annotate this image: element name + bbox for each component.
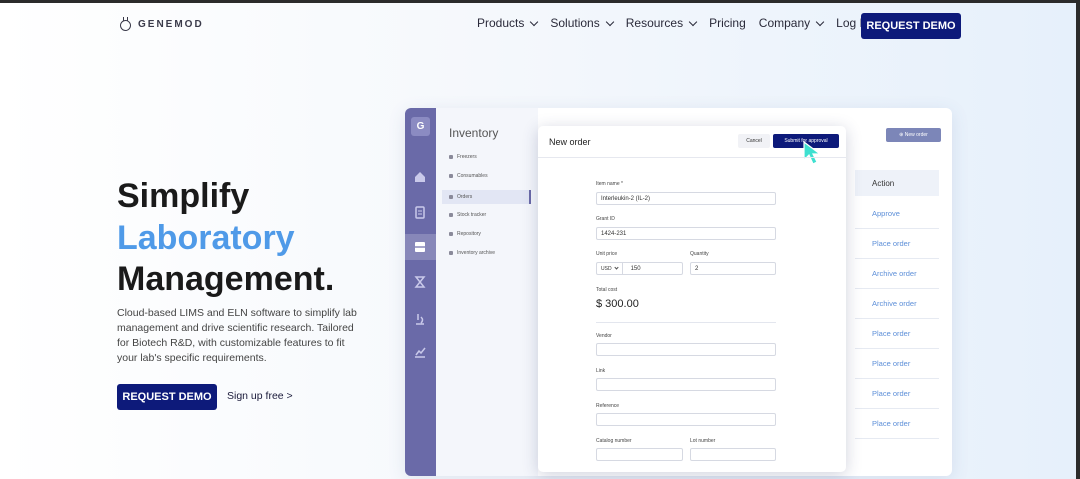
side-item-orders[interactable]: Orders [442, 190, 531, 204]
modal-title: New order [549, 137, 591, 147]
side-item-label: Repository [457, 231, 481, 237]
nav-resources[interactable]: Resources [625, 16, 698, 30]
consumables-icon [449, 174, 453, 178]
side-item-repository[interactable]: Repository [449, 231, 481, 237]
archive-icon [449, 251, 453, 255]
nav-label: Resources [625, 16, 684, 30]
total-cost-value: $ 300.00 [596, 298, 639, 310]
modal-divider [538, 157, 846, 158]
request-demo-button-hero[interactable]: REQUEST DEMO [117, 384, 217, 410]
nav-label: Solutions [550, 16, 600, 30]
table-row-action[interactable]: Place order [855, 319, 939, 349]
currency-select[interactable]: USD [601, 263, 623, 274]
table-row-action[interactable]: Place order [855, 379, 939, 409]
catalog-number-label: Catalog number [596, 438, 632, 444]
window-top-border [0, 0, 1080, 3]
cancel-button[interactable]: Cancel [738, 134, 770, 148]
quantity-label: Quantity [690, 251, 709, 257]
item-name-input[interactable]: Interleukin-2 (IL-2) [596, 192, 776, 205]
nav-label: Products [477, 16, 525, 30]
nav-products[interactable]: Products [477, 16, 539, 30]
side-item-freezers[interactable]: Freezers [449, 154, 477, 160]
currency-value: USD [601, 265, 612, 272]
main-nav: Products Solutions Resources Pricing Com… [477, 16, 883, 30]
chevron-down-icon [688, 17, 698, 26]
vendor-label: Vendor [596, 333, 612, 339]
link-input[interactable] [596, 378, 776, 391]
chevron-down-icon [815, 17, 825, 26]
chevron-down-icon [613, 265, 619, 270]
side-item-consumables[interactable]: Consumables [449, 173, 488, 179]
catalog-number-input[interactable] [596, 448, 683, 461]
grant-id-input[interactable]: 1424-231 [596, 227, 776, 240]
side-item-stock-tracker[interactable]: Stock tracker [449, 212, 486, 218]
hero-heading-line3: Management. [117, 260, 335, 298]
home-icon [413, 170, 427, 184]
grant-id-label: Grant ID [596, 216, 615, 222]
lot-number-label: Lot number [690, 438, 716, 444]
table-row-action[interactable]: Archive order [855, 259, 939, 289]
microscope-icon [413, 312, 427, 326]
app-icon-rail: G [405, 108, 436, 476]
app-logo: G [411, 117, 430, 136]
request-demo-button-nav[interactable]: REQUEST DEMO [861, 13, 961, 39]
side-item-label: Orders [457, 194, 473, 200]
inventory-sidepanel: Inventory Freezers Consumables Orders St… [436, 108, 538, 476]
reference-input[interactable] [596, 413, 776, 426]
vendor-input[interactable] [596, 343, 776, 356]
unit-price-input[interactable]: USD 150 [596, 262, 683, 275]
reference-label: Reference [596, 403, 620, 409]
flask-icon [119, 17, 132, 32]
window-right-border [1076, 0, 1080, 479]
hero-heading-line1: Simplify [117, 177, 250, 215]
orders-icon [449, 195, 453, 199]
new-order-modal: New order Cancel Submit for approval Ite… [538, 126, 846, 472]
side-item-inventory-archive[interactable]: Inventory archive [449, 250, 495, 256]
table-row-action[interactable]: Archive order [855, 289, 939, 319]
inventory-icon [405, 234, 436, 260]
new-order-label: New order [904, 132, 928, 138]
analytics-icon [413, 345, 427, 359]
quantity-input[interactable]: 2 [690, 262, 776, 275]
link-label: Link [596, 368, 606, 374]
side-item-label: Freezers [457, 154, 477, 160]
stock-icon [449, 213, 453, 217]
table-header-action: Action [855, 170, 939, 196]
logo-text: GENEMOD [138, 19, 204, 30]
unit-price-label: Unit price [596, 251, 618, 257]
new-order-button[interactable]: ⊕ New order [886, 128, 941, 142]
nav-solutions[interactable]: Solutions [550, 16, 614, 30]
hero-heading-line2: Laboratory [117, 219, 295, 257]
hero-description: Cloud-based LIMS and ELN software to sim… [117, 307, 357, 364]
clipboard-icon [413, 205, 427, 219]
repository-icon [449, 232, 453, 236]
lot-number-input[interactable] [690, 448, 776, 461]
hourglass-icon [413, 275, 427, 289]
freezer-icon [449, 155, 453, 159]
unit-price-value: 150 [630, 265, 641, 272]
chevron-down-icon [605, 17, 614, 26]
pointer-cursor-icon [803, 140, 822, 165]
table-row-action[interactable]: Place order [855, 349, 939, 379]
item-name-label: Item name * [596, 181, 623, 187]
table-row-action[interactable]: Approve [855, 199, 939, 229]
nav-label: Pricing [709, 16, 746, 30]
nav-label: Company [758, 16, 811, 30]
form-divider [596, 322, 776, 323]
nav-company[interactable]: Company [758, 16, 825, 30]
sign-up-link[interactable]: Sign up free > [227, 390, 293, 402]
total-cost-label: Total cost [596, 287, 618, 293]
table-row-action[interactable]: Place order [855, 229, 939, 259]
inventory-title: Inventory [449, 126, 499, 140]
side-item-label: Consumables [457, 173, 488, 179]
side-item-label: Inventory archive [457, 250, 496, 256]
genemod-logo[interactable]: GENEMOD [119, 17, 204, 32]
chevron-down-icon [530, 17, 539, 26]
side-item-label: Stock tracker [457, 212, 487, 218]
table-row-action[interactable]: Place order [855, 409, 939, 439]
nav-pricing[interactable]: Pricing [709, 16, 746, 30]
